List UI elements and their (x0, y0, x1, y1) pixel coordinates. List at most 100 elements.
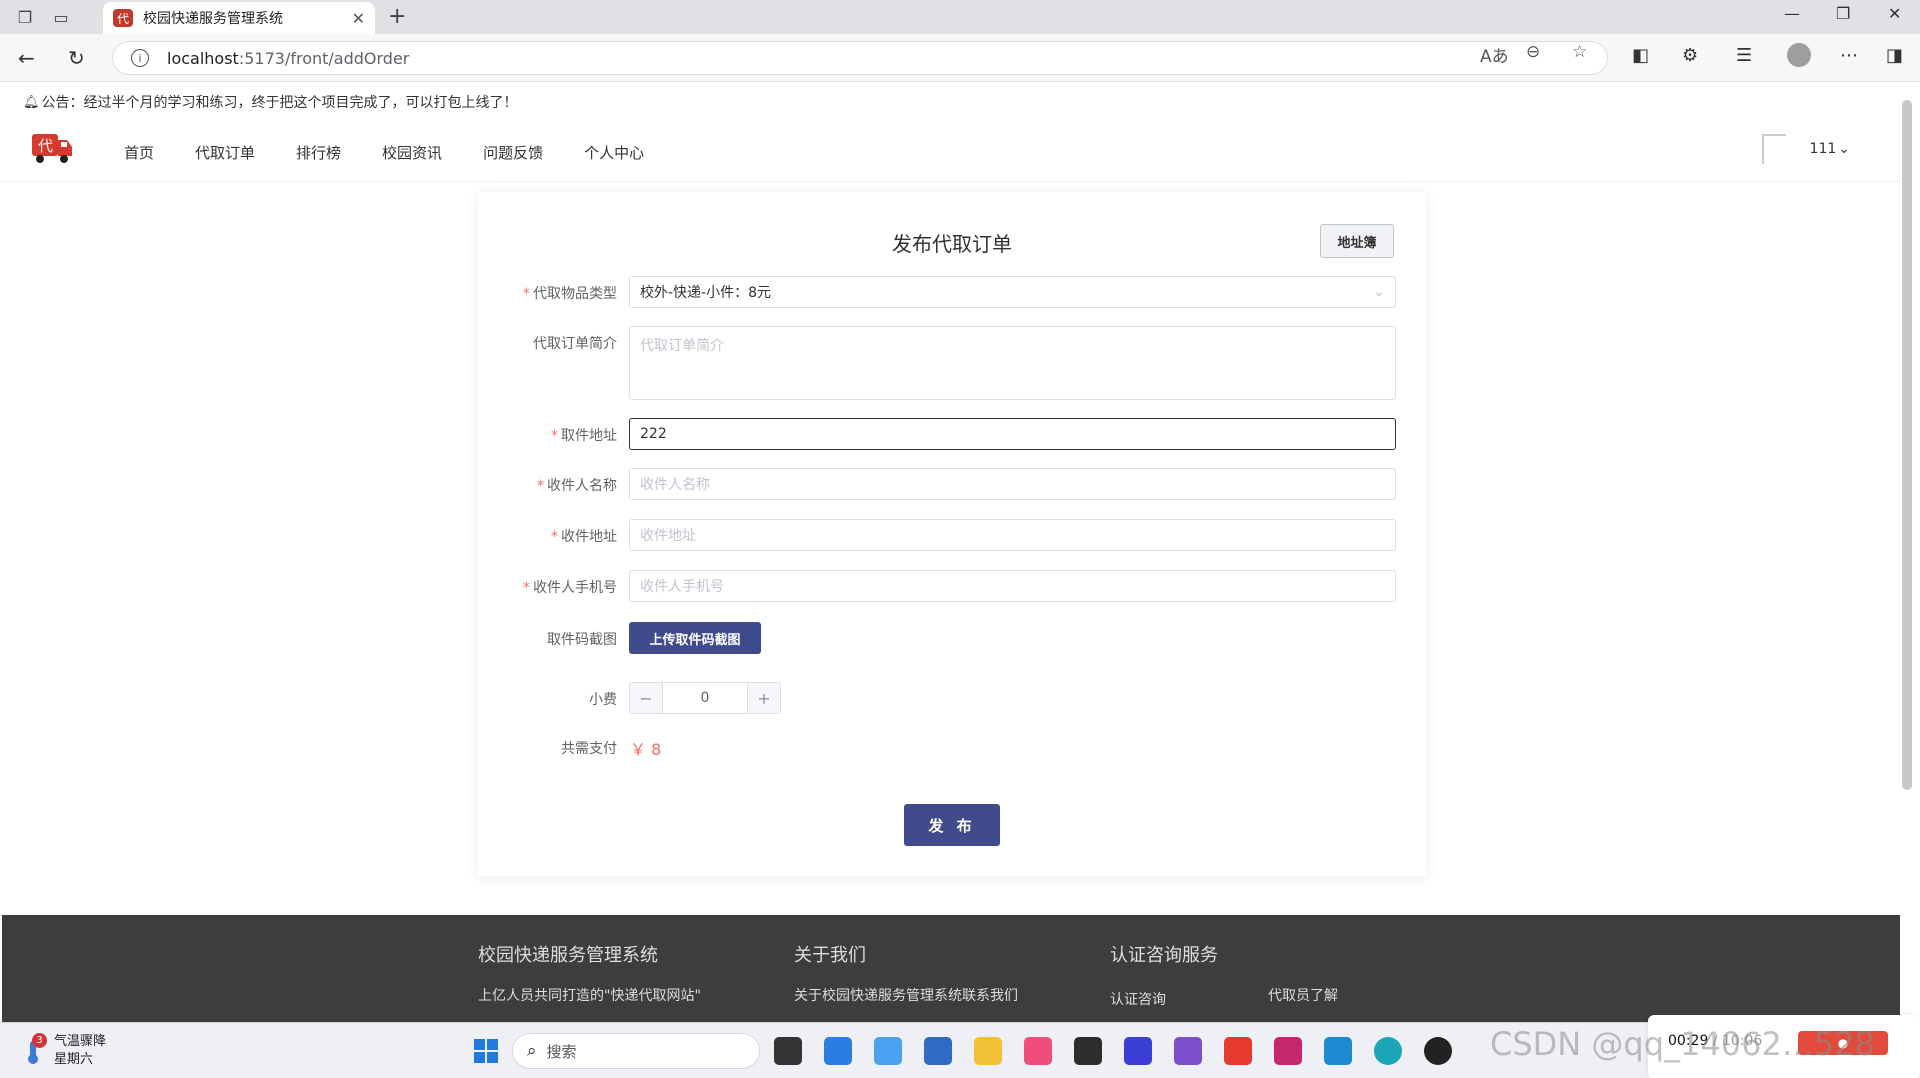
footer-col-cert: 认证咨询服务 认证咨询 代取员了解 (1110, 941, 1338, 1009)
decrease-button[interactable]: − (630, 683, 662, 713)
nav-ranking[interactable]: 排行榜 (296, 142, 341, 163)
workspaces-icon[interactable]: ❐ (14, 6, 36, 28)
bilibili-app-icon[interactable] (1024, 1037, 1052, 1065)
box-app-icon[interactable] (1074, 1037, 1102, 1065)
upload-code-button[interactable]: 上传取件码截图 (629, 622, 761, 654)
close-tab-icon[interactable]: ✕ (352, 9, 365, 28)
footer-text-system: 上亿人员共同打造的"快递代取网站" (478, 988, 701, 1004)
footer-title-system: 校园快递服务管理系统 (478, 945, 658, 966)
browser-profile-icon[interactable] (1787, 43, 1811, 67)
split-screen-icon[interactable]: ◧ (1632, 45, 1649, 66)
edge-browser-icon[interactable] (1374, 1037, 1402, 1065)
tab-actions-icon[interactable]: ▭ (50, 6, 72, 28)
extensions-icon[interactable]: ⚙ (1682, 45, 1698, 66)
favorite-star-icon[interactable]: ☆ (1572, 42, 1587, 62)
weather-day: 星期六 (54, 1052, 94, 1067)
address-book-button[interactable]: 地址簿 (1320, 224, 1394, 258)
new-tab-icon[interactable]: + (388, 4, 406, 29)
total-amount: ￥ 8 (630, 740, 662, 759)
item-type-value: 校外-快递-小件：8元 (640, 285, 772, 301)
footer-title-about: 关于我们 (794, 945, 866, 966)
window-close-icon[interactable]: ✕ (1888, 4, 1901, 23)
intro-textarea[interactable]: 代取订单简介 (629, 326, 1396, 400)
weather-badge: 3 (32, 1033, 47, 1048)
jetbrains-app-icon[interactable] (1274, 1037, 1302, 1065)
url-input[interactable]: i localhost:5173/front/addOrder (112, 41, 1608, 75)
weather-widget[interactable]: 3 气温骤降 星期六 (22, 1033, 106, 1069)
receiver-name-label: * 收件人名称 (537, 478, 617, 494)
sidebar-icon[interactable]: ◨ (1886, 45, 1903, 66)
receiver-phone-label-text: 收件人手机号 (533, 580, 617, 596)
minimize-icon[interactable]: — (1784, 4, 1800, 23)
username[interactable]: 111 (1810, 141, 1837, 157)
pickup-address-input[interactable]: 222 (629, 418, 1396, 450)
code-screenshot-label: 取件码截图 (547, 632, 617, 648)
receiver-phone-input[interactable]: 收件人手机号 (629, 570, 1396, 602)
vscode-app-icon[interactable] (1324, 1037, 1352, 1065)
nav-feedback[interactable]: 问题反馈 (483, 142, 543, 163)
zoom-icon[interactable]: ⊖ (1526, 42, 1540, 62)
announcement-text: 公告：经过半个月的学习和练习，终于把这个项目完成了，可以打包上线了！ (41, 95, 518, 111)
translate-icon[interactable]: Aあ (1480, 42, 1509, 67)
user-menu[interactable]: 111 ⌄ (1761, 134, 1850, 164)
browser-tab[interactable]: 代 校园快递服务管理系统 ✕ (103, 2, 375, 34)
favorites-icon[interactable]: ☰ (1736, 45, 1752, 66)
url-host: localhost (167, 48, 239, 68)
pickup-address-label: * 取件地址 (551, 428, 617, 444)
main-nav: 首页 代取订单 排行榜 校园资讯 问题反馈 个人中心 (124, 122, 685, 182)
page-scrollbar[interactable] (1902, 100, 1912, 790)
tip-value[interactable]: 0 (662, 683, 748, 713)
file-explorer-icon[interactable] (974, 1037, 1002, 1065)
search-label: 搜索 (546, 1042, 577, 1061)
receiver-address-input[interactable]: 收件地址 (629, 519, 1396, 551)
form-title: 发布代取订单 (892, 232, 1012, 256)
site-info-icon[interactable]: i (131, 49, 149, 67)
photos-app-icon[interactable] (824, 1037, 852, 1065)
chevron-down-icon[interactable]: ⌄ (1838, 141, 1850, 157)
qq-app-icon[interactable] (1424, 1037, 1452, 1065)
item-type-label: * 代取物品类型 (523, 286, 617, 302)
web-page: 🔔︎ 公告：经过半个月的学习和练习，终于把这个项目完成了，可以打包上线了！ 代 … (0, 82, 1900, 1022)
wps-app-icon[interactable] (1224, 1037, 1252, 1065)
footer-link-cert[interactable]: 认证咨询 (1110, 989, 1166, 1009)
footer-link-courier[interactable]: 代取员了解 (1268, 985, 1338, 1009)
editor-app-icon[interactable] (1124, 1037, 1152, 1065)
nav-home[interactable]: 首页 (124, 142, 154, 163)
item-type-select[interactable]: 校外-快递-小件：8元 ⌄ (629, 276, 1396, 308)
nav-profile[interactable]: 个人中心 (584, 142, 644, 163)
footer-col-system: 校园快递服务管理系统 上亿人员共同打造的"快递代取网站" (478, 941, 701, 1005)
address-bar-row: ← ↻ i localhost:5173/front/addOrder Aあ ⊖… (0, 34, 1920, 82)
taskbar-search[interactable]: ⌕ 搜索 (512, 1033, 760, 1069)
delivery-truck-logo-icon[interactable]: 代 (30, 130, 74, 166)
back-icon[interactable]: ← (18, 46, 35, 70)
chevron-down-icon: ⌄ (1373, 284, 1385, 300)
bell-icon: 🔔︎ (23, 94, 40, 110)
tip-stepper[interactable]: − 0 + (629, 682, 781, 714)
pickup-address-label-text: 取件地址 (561, 428, 617, 444)
site-favicon-icon: 代 (113, 9, 133, 27)
tab-title: 校园快递服务管理系统 (143, 11, 283, 27)
receiver-address-label: * 收件地址 (551, 529, 617, 545)
total-label: 共需支付 (561, 741, 617, 757)
increase-button[interactable]: + (748, 683, 780, 713)
receiver-name-input[interactable]: 收件人名称 (629, 468, 1396, 500)
tip-label: 小费 (589, 692, 617, 708)
refresh-icon[interactable]: ↻ (68, 46, 85, 70)
task-view-icon[interactable] (774, 1037, 802, 1065)
search-icon: ⌕ (527, 1041, 537, 1061)
restore-icon[interactable]: ❐ (1836, 4, 1850, 23)
intro-label: 代取订单简介 (533, 336, 617, 352)
settings-app-icon[interactable] (874, 1037, 902, 1065)
order-form-card: 发布代取订单 地址簿 * 代取物品类型 校外-快递-小件：8元 ⌄ 代取订单简介 … (478, 192, 1426, 876)
avatar[interactable] (1761, 134, 1786, 164)
nav-orders[interactable]: 代取订单 (195, 142, 255, 163)
publish-button[interactable]: 发 布 (904, 804, 1000, 846)
visual-studio-icon[interactable] (1174, 1037, 1202, 1065)
receiver-phone-label: * 收件人手机号 (523, 580, 617, 596)
more-icon[interactable]: ⋯ (1840, 45, 1858, 66)
store-app-icon[interactable] (924, 1037, 952, 1065)
footer-link-about[interactable]: 关于校园快递服务管理系统联系我们 (794, 985, 1018, 1005)
item-type-label-text: 代取物品类型 (533, 286, 617, 302)
windows-start-icon[interactable] (472, 1037, 500, 1065)
nav-news[interactable]: 校园资讯 (382, 142, 442, 163)
